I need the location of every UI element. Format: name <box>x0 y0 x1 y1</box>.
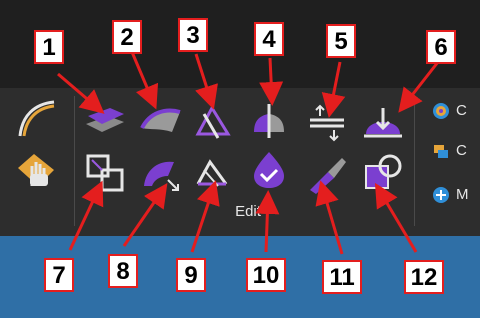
edit-tool-7-button[interactable] <box>82 150 128 196</box>
knife-icon <box>310 158 346 194</box>
stacked-surfaces-icon <box>86 108 124 132</box>
surface-patch-icon <box>140 108 181 132</box>
callout-11: 11 <box>322 260 362 294</box>
title-bar <box>0 0 480 88</box>
side-item-1-label: C <box>456 102 467 119</box>
edit-tool-10-button[interactable] <box>246 146 292 192</box>
callout-7: 7 <box>44 258 74 292</box>
side-item-2-label: C <box>456 142 467 159</box>
edit-tool-3-button[interactable] <box>190 98 236 144</box>
edit-tool-11-button[interactable] <box>304 150 350 196</box>
edit-tool-9-button[interactable] <box>190 150 236 196</box>
curved-surface-arrow-icon <box>144 161 179 191</box>
callout-2: 2 <box>112 20 142 54</box>
box-circle-icon <box>365 154 402 189</box>
add-icon <box>433 187 449 203</box>
callout-9: 9 <box>176 258 206 292</box>
edit-tool-1-button[interactable] <box>82 98 128 144</box>
side-item-2[interactable]: C <box>432 140 480 164</box>
edit-tool-4-button[interactable] <box>246 98 292 144</box>
screenshot-stage: Edit C C M 1 2 3 4 5 6 7 8 9 10 11 12 <box>0 0 480 318</box>
callout-4: 4 <box>254 22 284 56</box>
offset-arrows-icon <box>310 104 344 142</box>
callout-1: 1 <box>34 30 64 64</box>
split-face-icon <box>254 104 284 138</box>
callout-5: 5 <box>326 24 356 58</box>
ribbon-group-label: Edit <box>235 203 261 220</box>
dome-down-icon <box>364 108 402 138</box>
edit-tool-6-button[interactable] <box>360 98 406 144</box>
triangle-cut-icon <box>196 159 228 187</box>
drop-check-icon <box>254 152 284 188</box>
callout-12: 12 <box>404 260 444 294</box>
hand-icon <box>18 154 54 186</box>
layers-icon <box>434 145 448 158</box>
callout-10: 10 <box>246 258 286 292</box>
pan-tool-button[interactable] <box>14 146 60 192</box>
curve-arc-icon <box>18 100 55 137</box>
callout-3: 3 <box>178 18 208 52</box>
edit-tool-8-button[interactable] <box>138 150 184 196</box>
callout-6: 6 <box>426 30 456 64</box>
edit-tool-5-button[interactable] <box>304 98 350 144</box>
scale-boxes-icon <box>86 154 124 192</box>
ribbon-separator <box>74 96 75 226</box>
side-item-3[interactable]: M <box>432 184 480 208</box>
ribbon-separator <box>414 96 415 226</box>
edit-tool-12-button[interactable] <box>360 150 406 196</box>
side-item-3-label: M <box>456 186 469 203</box>
callout-8: 8 <box>108 254 138 288</box>
side-item-1[interactable]: C <box>432 100 480 124</box>
curve-tool-button[interactable] <box>14 96 60 142</box>
edit-tool-2-button[interactable] <box>138 98 184 144</box>
triangle-split-icon <box>195 104 231 139</box>
target-icon <box>433 103 449 119</box>
